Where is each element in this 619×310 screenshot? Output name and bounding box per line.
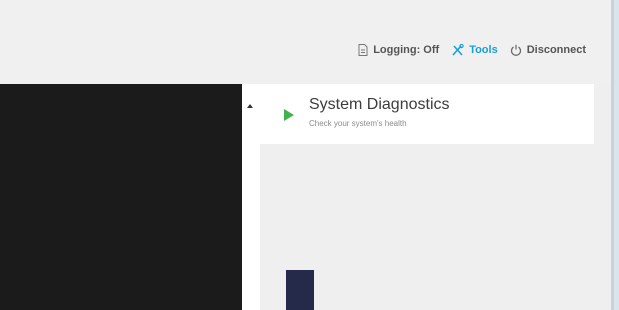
disconnect-button[interactable]: Disconnect bbox=[510, 44, 586, 56]
system-diagnostics-card[interactable]: System Diagnostics Check your system's h… bbox=[260, 84, 594, 144]
document-icon bbox=[358, 44, 368, 56]
tools-button[interactable]: Tools bbox=[451, 44, 498, 56]
play-icon bbox=[284, 109, 294, 121]
disconnect-label: Disconnect bbox=[526, 44, 586, 56]
console-panel bbox=[0, 84, 242, 310]
scroll-up-arrow-icon[interactable] bbox=[247, 104, 253, 108]
toolbar-actions: Logging: Off Tools Disconnect bbox=[358, 44, 586, 56]
top-toolbar: Logging: Off Tools Disconnect bbox=[0, 0, 611, 84]
tools-label: Tools bbox=[469, 44, 498, 56]
vertical-scrollbar[interactable] bbox=[242, 84, 260, 310]
diagnostics-subtitle: Check your system's health bbox=[309, 119, 407, 128]
logging-label: Logging: Off bbox=[373, 44, 440, 56]
window-right-border bbox=[611, 0, 614, 310]
tools-icon bbox=[451, 44, 464, 56]
diagnostics-title: System Diagnostics bbox=[309, 96, 450, 113]
dark-bar-element bbox=[286, 270, 314, 310]
logging-toggle[interactable]: Logging: Off bbox=[358, 44, 439, 56]
power-icon bbox=[510, 44, 522, 56]
